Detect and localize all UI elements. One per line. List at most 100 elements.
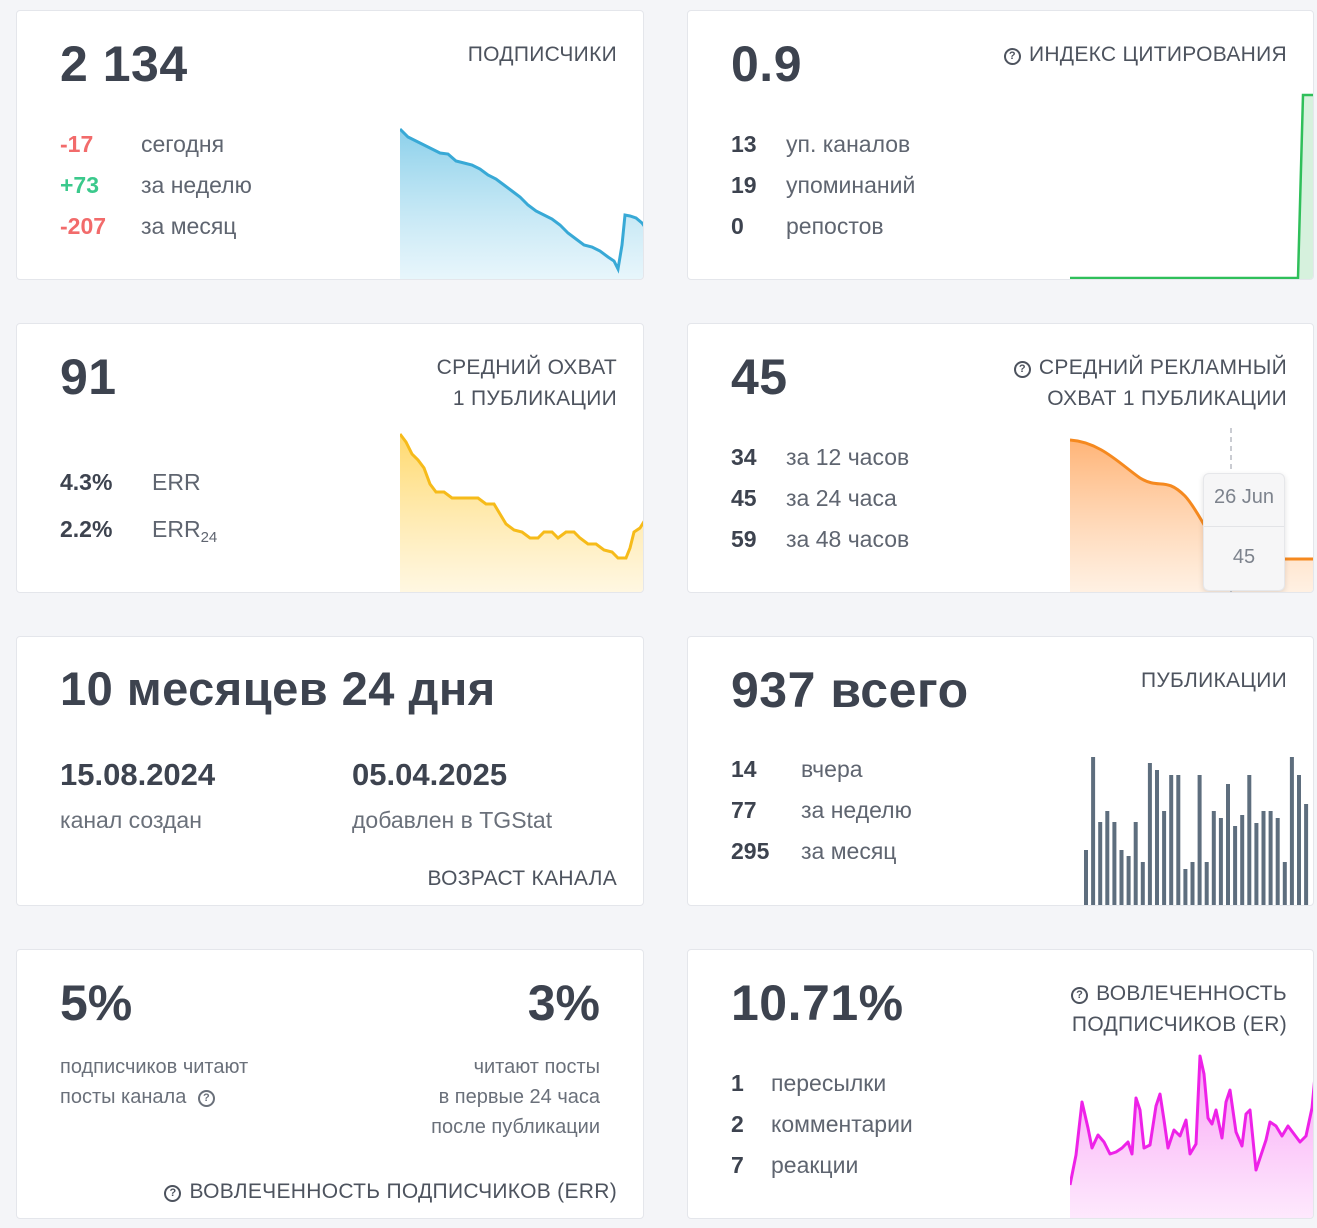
help-circle-icon[interactable]: ? xyxy=(197,1090,215,1107)
chart-tooltip: 26 Jun 45 xyxy=(1203,473,1285,591)
er-label-line1: ВОВЛЕЧЕННОСТЬ xyxy=(1096,982,1287,1005)
stat-label: за 12 часов xyxy=(786,444,910,470)
publication-bar xyxy=(1155,770,1159,905)
stat-row: 14 вчера xyxy=(731,749,912,790)
publications-card[interactable]: 937 всего ПУБЛИКАЦИИ 14 вчера 77 за неделю… xyxy=(687,636,1314,906)
subscribers-stats: -17 сегодня +73 за неделю -207 за месяц xyxy=(60,124,252,247)
publication-bar xyxy=(1268,811,1273,905)
publication-bar xyxy=(1133,822,1138,905)
stat-label: за 24 часа xyxy=(786,485,897,511)
stat-label-subscript: 24 xyxy=(200,529,218,546)
subscribers-sparkline xyxy=(400,127,643,279)
publication-bar xyxy=(1240,815,1245,905)
citation-card[interactable]: 0.9 ? ИНДЕКС ЦИТИРОВАНИЯ 13 уп. каналов 19… xyxy=(687,10,1314,280)
publications-stats: 14 вчера 77 за неделю 295 за месяц xyxy=(731,749,912,872)
label-line: ? ВОВЛЕЧЕННОСТЬ xyxy=(1071,978,1287,1009)
stat-row: 13 уп. каналов xyxy=(731,124,915,165)
stat-value: 2 xyxy=(731,1111,744,1137)
err-right-text: читают посты в первые 24 часа после публ… xyxy=(431,1052,600,1142)
stat-label: репостов xyxy=(786,213,884,239)
added-label: добавлен в TGStat xyxy=(352,807,553,833)
stat-value: 34 xyxy=(731,444,757,470)
publication-bar xyxy=(1261,811,1266,905)
reach-label-line2: 1 ПУБЛИКАЦИИ xyxy=(452,387,617,410)
channel-age-card[interactable]: 10 месяцев 24 дня 15.08.2024 канал созда… xyxy=(16,636,644,906)
stat-row-week: +73 за неделю xyxy=(60,165,252,206)
reach-stats: 4.3% ERR 2.2% ERR24 xyxy=(60,459,217,553)
stat-label: за месяц xyxy=(141,213,237,239)
reach-value: 91 xyxy=(60,349,117,405)
stat-value: 19 xyxy=(731,172,757,198)
er-card[interactable]: 10.71% ? ВОВЛЕЧЕННОСТЬ ПОДПИСЧИКОВ (ER) 1… xyxy=(687,949,1314,1219)
stat-value: 4.3% xyxy=(60,469,113,495)
publication-bar xyxy=(1105,811,1110,905)
err-right-line2: в первые 24 часа xyxy=(438,1086,600,1108)
help-circle-icon[interactable]: ? xyxy=(1071,987,1089,1004)
stat-row: 7 реакции xyxy=(731,1145,913,1186)
stat-value: 0 xyxy=(731,213,744,239)
stat-row: 0 репостов xyxy=(731,206,915,247)
ad-reach-label-line1: СРЕДНИЙ РЕКЛАМНЫЙ xyxy=(1038,356,1287,379)
stat-row-month: -207 за месяц xyxy=(60,206,252,247)
reach-card[interactable]: 91 СРЕДНИЙ ОХВАТ 1 ПУБЛИКАЦИИ 4.3% ERR 2.… xyxy=(16,323,644,593)
channel-age-value: 10 месяцев 24 дня xyxy=(60,662,496,715)
stat-value: 45 xyxy=(731,485,757,511)
ad-reach-stats: 34 за 12 часов 45 за 24 часа 59 за 48 часов xyxy=(731,437,909,560)
err-left-line2: посты канала xyxy=(60,1086,187,1108)
publication-bar xyxy=(1254,823,1259,905)
ad-reach-value: 45 xyxy=(731,349,788,405)
ad-reach-card[interactable]: 45 ? СРЕДНИЙ РЕКЛАМНЫЙ ОХВАТ 1 ПУБЛИКАЦИИ… xyxy=(687,323,1314,593)
err-left-line1: подписчиков читают xyxy=(60,1056,249,1078)
subscribers-card[interactable]: 2 134 ПОДПИСЧИКИ -17 сегодня +73 за неделю… xyxy=(16,10,644,280)
publication-bar xyxy=(1183,869,1188,905)
er-label-line2: ПОДПИСЧИКОВ (ER) xyxy=(1071,1013,1287,1036)
created-date: 15.08.2024 xyxy=(60,757,216,792)
stat-value: 77 xyxy=(731,797,757,823)
stat-row: 34 за 12 часов xyxy=(731,437,909,478)
er-area xyxy=(1070,1056,1313,1218)
er-label: ? ВОВЛЕЧЕННОСТЬ ПОДПИСЧИКОВ (ER) xyxy=(1071,978,1287,1040)
er-value: 10.71% xyxy=(731,975,904,1031)
publication-bar xyxy=(1218,818,1223,905)
help-circle-icon[interactable]: ? xyxy=(164,1185,182,1202)
publication-bar xyxy=(1162,811,1167,905)
publications-bar-chart xyxy=(1084,757,1309,905)
stat-label: реакции xyxy=(771,1152,859,1178)
publication-bar xyxy=(1297,775,1301,905)
publication-bar xyxy=(1147,763,1152,905)
help-circle-icon[interactable]: ? xyxy=(1013,361,1031,378)
tooltip-value: 45 xyxy=(1232,546,1256,568)
stat-row: 2 комментарии xyxy=(731,1104,913,1145)
stat-value: 2.2% xyxy=(60,516,113,542)
stat-label: вчера xyxy=(801,756,863,782)
err-left-line2-wrap: посты канала ? xyxy=(60,1082,248,1112)
stat-label: комментарии xyxy=(771,1111,913,1137)
er-stats: 1 пересылки 2 комментарии 7 реакции xyxy=(731,1063,913,1186)
publication-bar xyxy=(1275,818,1280,905)
stat-row: 59 за 48 часов xyxy=(731,519,909,560)
publication-bar xyxy=(1169,775,1174,905)
publication-bar xyxy=(1282,862,1287,905)
publication-bar xyxy=(1098,822,1103,905)
publication-bar xyxy=(1197,775,1202,905)
publications-value-wrap: 937 всего xyxy=(731,661,969,719)
citation-label: ИНДЕКС ЦИТИРОВАНИЯ xyxy=(1028,43,1287,66)
created-label: канал создан xyxy=(60,807,202,833)
stat-value: +73 xyxy=(60,172,100,198)
stat-row-err24: 2.2% ERR24 xyxy=(60,506,217,553)
stat-row: 45 за 24 часа xyxy=(731,478,909,519)
stat-value: -17 xyxy=(60,131,94,157)
publication-bar xyxy=(1140,862,1145,905)
channel-age-label: ВОЗРАСТ КАНАЛА xyxy=(427,867,617,890)
publications-label: ПУБЛИКАЦИИ xyxy=(1140,669,1287,692)
reach-label: СРЕДНИЙ ОХВАТ 1 ПУБЛИКАЦИИ xyxy=(437,352,617,414)
stat-row: 295 за месяц xyxy=(731,831,912,872)
stat-label: упоминаний xyxy=(786,172,916,198)
err-card[interactable]: 5% подписчиков читают посты канала ? 3% … xyxy=(16,949,644,1219)
err-label: ВОВЛЕЧЕННОСТЬ ПОДПИСЧИКОВ (ERR) xyxy=(189,1180,617,1203)
err-left-text: подписчиков читают посты канала ? xyxy=(60,1052,248,1112)
publication-bar xyxy=(1211,811,1216,905)
stat-value: 1 xyxy=(731,1070,744,1096)
stat-label: за неделю xyxy=(141,172,252,198)
help-circle-icon[interactable]: ? xyxy=(1003,48,1021,65)
